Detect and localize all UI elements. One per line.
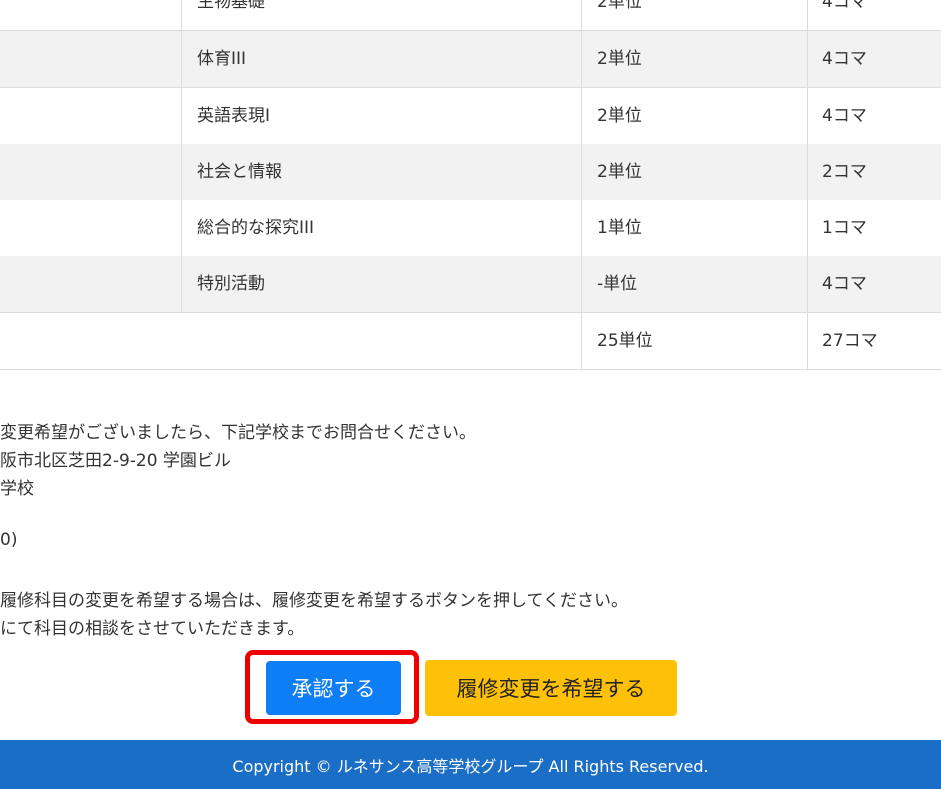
- subject-cell: 特別活動: [197, 274, 265, 294]
- request-change-button[interactable]: 履修変更を希望する: [425, 660, 677, 716]
- note-line: 阪市北区芝田2-9-20 学園ビル: [0, 451, 231, 471]
- periods-cell: 4コマ: [822, 49, 867, 69]
- column-divider: [581, 0, 582, 369]
- column-divider: [181, 0, 182, 313]
- table-row: 英語表現I 2単位 4コマ: [0, 88, 941, 145]
- periods-cell: 4コマ: [822, 0, 867, 12]
- periods-cell: 4コマ: [822, 106, 867, 126]
- note-line: にて科目の相談をさせていただきます。: [0, 619, 305, 639]
- subject-cell: 社会と情報: [197, 162, 282, 182]
- periods-cell: 4コマ: [822, 274, 867, 294]
- periods-cell: 2コマ: [822, 162, 867, 182]
- note-line: 履修科目の変更を希望する場合は、履修変更を希望するボタンを押してください。: [0, 591, 628, 611]
- note-line: 0): [0, 530, 18, 550]
- periods-cell: 1コマ: [822, 218, 867, 238]
- credit-cell: -単位: [597, 274, 638, 294]
- subject-cell: 英語表現I: [197, 106, 271, 126]
- approve-button[interactable]: 承認する: [266, 661, 401, 715]
- credit-cell: 2単位: [597, 106, 642, 126]
- copyright-text: Copyright © ルネサンス高等学校グループ All Rights Res…: [232, 756, 709, 776]
- credit-cell: 2単位: [597, 162, 642, 182]
- total-credits-cell: 25単位: [597, 331, 653, 351]
- subject-cell: 生物基礎: [197, 0, 265, 12]
- note-line: 変更希望がございましたら、下記学校までお問合せください。: [0, 423, 476, 443]
- table-row: 特別活動 -単位 4コマ: [0, 256, 941, 313]
- credit-cell: 2単位: [597, 0, 642, 12]
- subject-cell: 体育III: [197, 49, 247, 69]
- table-total-row: 25単位 27コマ: [0, 313, 941, 370]
- total-periods-cell: 27コマ: [822, 331, 878, 351]
- credit-cell: 2単位: [597, 49, 642, 69]
- footer: Copyright © ルネサンス高等学校グループ All Rights Res…: [0, 740, 941, 789]
- table-row: 総合的な探究III 1単位 1コマ: [0, 200, 941, 257]
- credit-cell: 1単位: [597, 218, 642, 238]
- table-row: 体育III 2単位 4コマ: [0, 31, 941, 88]
- table-row: 社会と情報 2単位 2コマ: [0, 144, 941, 201]
- note-line: 学校: [0, 479, 34, 499]
- column-divider: [807, 0, 808, 369]
- table-row: 生物基礎 2単位 4コマ: [0, 0, 941, 31]
- subject-cell: 総合的な探究III: [197, 218, 315, 238]
